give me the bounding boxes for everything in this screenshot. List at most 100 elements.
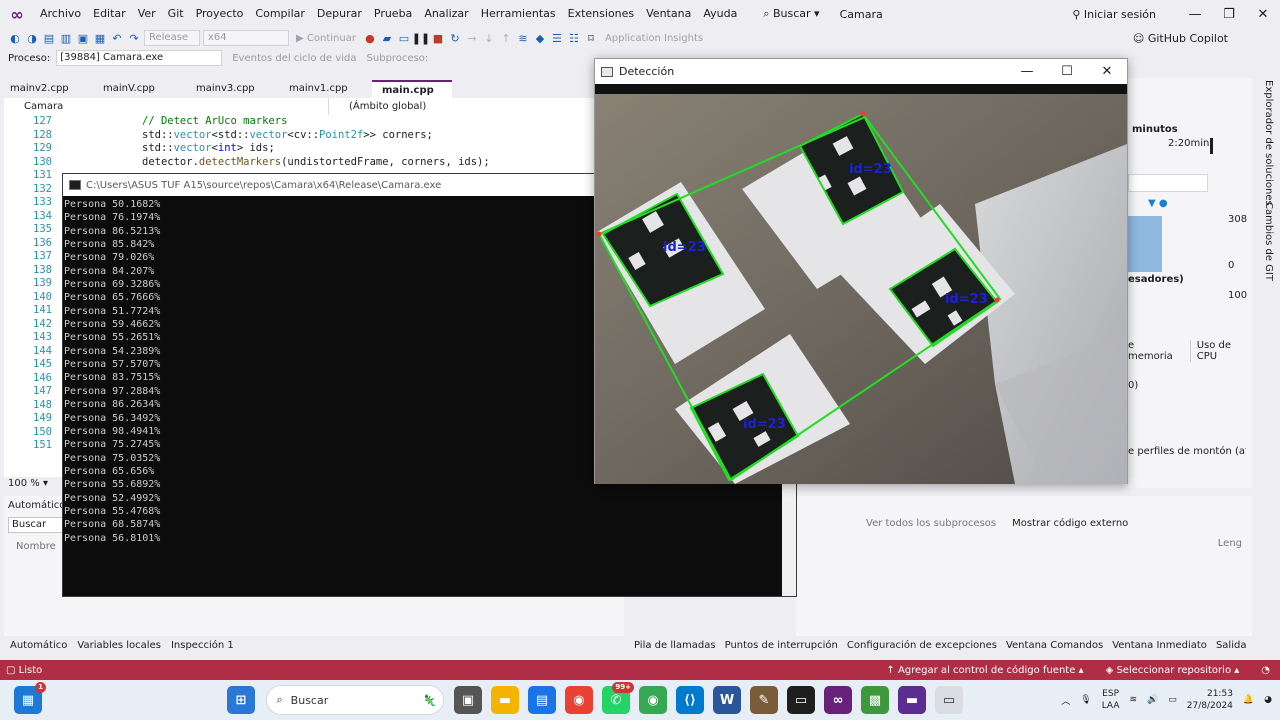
editor-tab[interactable]: mainv2.cpp: [0, 80, 93, 98]
wifi-icon[interactable]: ≋: [1129, 695, 1137, 705]
task-view-icon[interactable]: ▣: [454, 686, 482, 714]
start-icon[interactable]: ⊞: [227, 686, 255, 714]
clock[interactable]: 21:53 27/8/2024: [1187, 688, 1233, 712]
git-changes-tab[interactable]: Cambios de GIT: [1263, 202, 1274, 281]
lifecycle-events[interactable]: Eventos del ciclo de vida: [232, 53, 356, 64]
layout-icon[interactable]: ▭: [397, 31, 411, 45]
menu-item[interactable]: Depurar: [311, 0, 368, 28]
panel-tab[interactable]: Variables locales: [77, 640, 161, 656]
restore-icon[interactable]: ❐: [1212, 7, 1246, 22]
notifications-icon[interactable]: ◔: [1261, 665, 1270, 676]
bookmark-icon[interactable]: ⌑: [584, 31, 598, 45]
global-scope-combo[interactable]: (Ámbito global): [329, 98, 426, 115]
signin-button[interactable]: ⚲ Iniciar sesión: [1072, 8, 1156, 21]
microphone-icon[interactable]: 🎙: [1080, 695, 1091, 705]
search-menu[interactable]: ⌕ Buscar ▾: [757, 0, 825, 28]
panel-tab[interactable]: Inspección 1: [171, 640, 234, 656]
memory-usage-tab[interactable]: e memoria: [1128, 340, 1180, 362]
notification-bell-icon[interactable]: 🔔: [1243, 695, 1254, 705]
chrome-profile-icon[interactable]: ◉: [639, 686, 667, 714]
panel-tab[interactable]: Automático: [10, 640, 67, 656]
code-line[interactable]: 127 // Detect ArUco markers: [4, 115, 624, 129]
menu-item[interactable]: Editar: [87, 0, 132, 28]
new-file-icon[interactable]: ▤: [42, 31, 56, 45]
autos-search-input[interactable]: Buscar (Ctrl: [8, 517, 68, 533]
terminal-icon[interactable]: ▭: [787, 686, 815, 714]
hot-reload-icon[interactable]: ●: [363, 31, 377, 45]
stop-icon[interactable]: ■: [431, 31, 445, 45]
notes-icon[interactable]: ✎: [750, 686, 778, 714]
editor-tab[interactable]: mainv1.cpp: [279, 80, 372, 98]
threads-icon[interactable]: ≋: [516, 31, 530, 45]
close-icon[interactable]: ✕: [1246, 7, 1280, 22]
redo-icon[interactable]: ↷: [127, 31, 141, 45]
show-all-threads[interactable]: Ver todos los subprocesos: [866, 518, 996, 529]
detection-minimize-icon[interactable]: —: [1007, 59, 1047, 84]
battery-icon[interactable]: ▭: [1168, 695, 1177, 705]
visual-studio-icon[interactable]: ∞: [824, 686, 852, 714]
tray-chevron-icon[interactable]: ︿: [1061, 694, 1070, 707]
panel-tab[interactable]: Pila de llamadas: [634, 640, 716, 656]
code-line[interactable]: 129 std::vector<int> ids;: [4, 142, 624, 156]
vscode-icon[interactable]: ⟨⟩: [676, 686, 704, 714]
editor-tab[interactable]: mainV.cpp: [93, 80, 186, 98]
panel-tab[interactable]: Puntos de interrupción: [725, 640, 838, 656]
menu-item[interactable]: Prueba: [368, 0, 418, 28]
file-explorer-icon[interactable]: ▬: [491, 686, 519, 714]
config-combo[interactable]: Release: [144, 30, 200, 46]
heap-profiling-label[interactable]: e perfiles de montón (afe: [1128, 446, 1246, 457]
cpu-usage-tab[interactable]: Uso de CPU: [1189, 340, 1252, 362]
continue-button[interactable]: ▶ Continuar: [292, 33, 360, 44]
menu-item[interactable]: Ayuda: [697, 0, 743, 28]
app-insights-button[interactable]: Application Insights: [601, 33, 707, 44]
diagnostics-icon[interactable]: ◆: [533, 31, 547, 45]
folder-icon[interactable]: ▰: [380, 31, 394, 45]
widgets-icon[interactable]: ▦ 1: [14, 682, 46, 714]
copilot-tray-icon[interactable]: ◕: [1264, 695, 1272, 705]
menu-item[interactable]: Herramientas: [475, 0, 562, 28]
restart-icon[interactable]: ↻: [448, 31, 462, 45]
copilot-button[interactable]: ☺ GitHub Copilot: [1133, 32, 1228, 45]
menu-item[interactable]: Ventana: [640, 0, 697, 28]
volume-icon[interactable]: 🔊: [1147, 695, 1158, 705]
whatsapp-icon[interactable]: ✆ 99+: [602, 682, 634, 714]
process-combo[interactable]: [39884] Camara.exe: [56, 50, 223, 66]
platform-combo[interactable]: x64: [203, 30, 289, 46]
panel-tab[interactable]: Ventana Inmediato: [1112, 640, 1207, 656]
menu-item[interactable]: Compilar: [249, 0, 310, 28]
store-icon[interactable]: ▤: [528, 686, 556, 714]
menu-item[interactable]: Archivo: [34, 0, 87, 28]
step-out-icon[interactable]: ↑: [499, 31, 513, 45]
editor-tab[interactable]: main.cpp ⊕ ✕: [372, 80, 452, 114]
open-folder-icon[interactable]: ▥: [59, 31, 73, 45]
menu-item[interactable]: Extensiones: [562, 0, 641, 28]
solution-explorer-tab[interactable]: Explorador de soluciones: [1263, 80, 1274, 206]
save-icon[interactable]: ▣: [76, 31, 90, 45]
panel-tab[interactable]: Ventana Comandos: [1006, 640, 1103, 656]
add-source-control-button[interactable]: ↑ Agregar al control de código fuente ▴: [886, 665, 1083, 676]
detection-app-icon[interactable]: ▭: [935, 686, 963, 714]
select-repo-button[interactable]: ◈ Seleccionar repositorio ▴: [1106, 665, 1240, 676]
chrome-icon[interactable]: ◉: [565, 686, 593, 714]
panel-tab[interactable]: Configuración de excepciones: [847, 640, 997, 656]
editor-tab[interactable]: mainv3.cpp: [186, 80, 279, 98]
detection-maximize-icon[interactable]: ☐: [1047, 59, 1087, 84]
console-app-icon[interactable]: ▬: [898, 686, 926, 714]
menu-item[interactable]: Git: [162, 0, 190, 28]
visual-studio-logo-icon[interactable]: ∞: [0, 0, 34, 28]
undo-icon[interactable]: ↶: [110, 31, 124, 45]
panel-tab[interactable]: Salida: [1216, 640, 1247, 656]
project-scope-combo[interactable]: Camara: [4, 98, 329, 115]
step-into-icon[interactable]: →: [465, 31, 479, 45]
word-icon[interactable]: W: [713, 686, 741, 714]
language-column[interactable]: Leng: [1218, 538, 1242, 549]
menu-item[interactable]: Analizar: [418, 0, 474, 28]
detection-window[interactable]: Detección — ☐ ✕ id=23 id=23 id=23 id=23: [594, 58, 1128, 484]
taskbar-search[interactable]: ⌕ Buscar 🦎: [265, 685, 444, 715]
menu-item[interactable]: Ver: [132, 0, 162, 28]
code-line[interactable]: 128 std::vector<std::vector<cv::Point2f>>…: [4, 129, 624, 143]
minimize-icon[interactable]: —: [1178, 7, 1212, 22]
menu-item[interactable]: Proyecto: [190, 0, 250, 28]
pause-icon[interactable]: ❚❚: [412, 31, 430, 45]
language-indicator[interactable]: ESP LAA: [1102, 688, 1120, 712]
